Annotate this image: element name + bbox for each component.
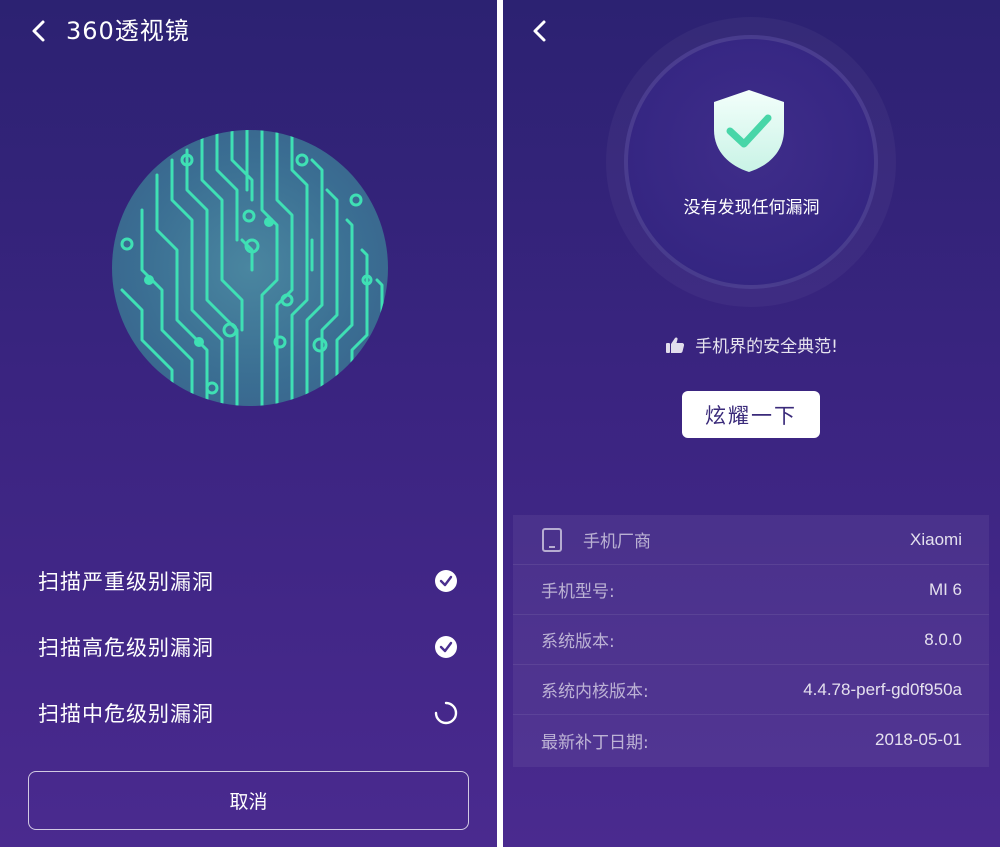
praise-line: 手机界的安全典范!: [503, 332, 1000, 357]
loading-spinner-icon: [434, 701, 458, 725]
info-label: 手机型号:: [541, 582, 615, 602]
info-value: 4.4.78-perf-gd0f950a: [803, 679, 962, 699]
device-info-card: 手机厂商 Xiaomi 手机型号: MI 6 系统版本: 8.0.0 系统内核版…: [513, 515, 989, 767]
check-circle-icon: [435, 636, 457, 658]
info-row-model: 手机型号: MI 6: [513, 565, 989, 615]
chevron-left-icon: [533, 20, 546, 42]
scan-item-high: 扫描高危级别漏洞: [38, 627, 463, 667]
info-value: 2018-05-01: [875, 730, 962, 749]
info-value: MI 6: [928, 579, 962, 599]
back-button[interactable]: [523, 14, 557, 48]
shield-check-icon: [714, 90, 784, 172]
praise-text: 手机界的安全典范!: [695, 337, 838, 357]
page-title: 360透视镜: [66, 17, 190, 45]
scan-item-critical: 扫描严重级别漏洞: [38, 561, 463, 601]
scan-screen: 360透视镜 扫描严重级别漏洞 扫描高危级别漏洞 扫描中危级别漏洞 取消: [0, 0, 497, 847]
scan-label: 扫描高危级别漏洞: [38, 636, 214, 660]
show-off-button[interactable]: 炫耀一下: [682, 391, 820, 438]
circuit-illustration: [112, 130, 388, 406]
check-circle-icon: [435, 570, 457, 592]
chevron-left-icon: [32, 20, 45, 42]
scan-label: 扫描中危级别漏洞: [38, 702, 214, 726]
info-label: 系统内核版本:: [541, 682, 649, 702]
info-label-wrap: 手机厂商: [541, 527, 651, 553]
result-screen: 没有发现任何漏洞 手机界的安全典范! 炫耀一下 手机厂商 Xiaomi 手机型号…: [503, 0, 1000, 847]
info-value: 8.0.0: [924, 629, 962, 649]
phone-icon: [542, 527, 562, 552]
info-value: Xiaomi: [910, 529, 962, 549]
scan-item-medium: 扫描中危级别漏洞: [38, 693, 463, 733]
info-label: 最新补丁日期:: [541, 732, 649, 753]
back-button[interactable]: [22, 14, 56, 48]
thumbs-up-icon: [666, 337, 685, 353]
circuit-icon: [112, 130, 384, 406]
info-label: 手机厂商: [583, 532, 651, 552]
info-label: 系统版本:: [541, 632, 615, 652]
scan-label: 扫描严重级别漏洞: [38, 570, 214, 594]
info-row-patch-date: 最新补丁日期: 2018-05-01: [513, 715, 989, 765]
info-row-system-version: 系统版本: 8.0.0: [513, 615, 989, 665]
cancel-button[interactable]: 取消: [28, 771, 469, 830]
info-row-kernel-version: 系统内核版本: 4.4.78-perf-gd0f950a: [513, 665, 989, 715]
result-text: 没有发现任何漏洞: [683, 198, 820, 218]
info-row-manufacturer: 手机厂商 Xiaomi: [513, 515, 989, 565]
